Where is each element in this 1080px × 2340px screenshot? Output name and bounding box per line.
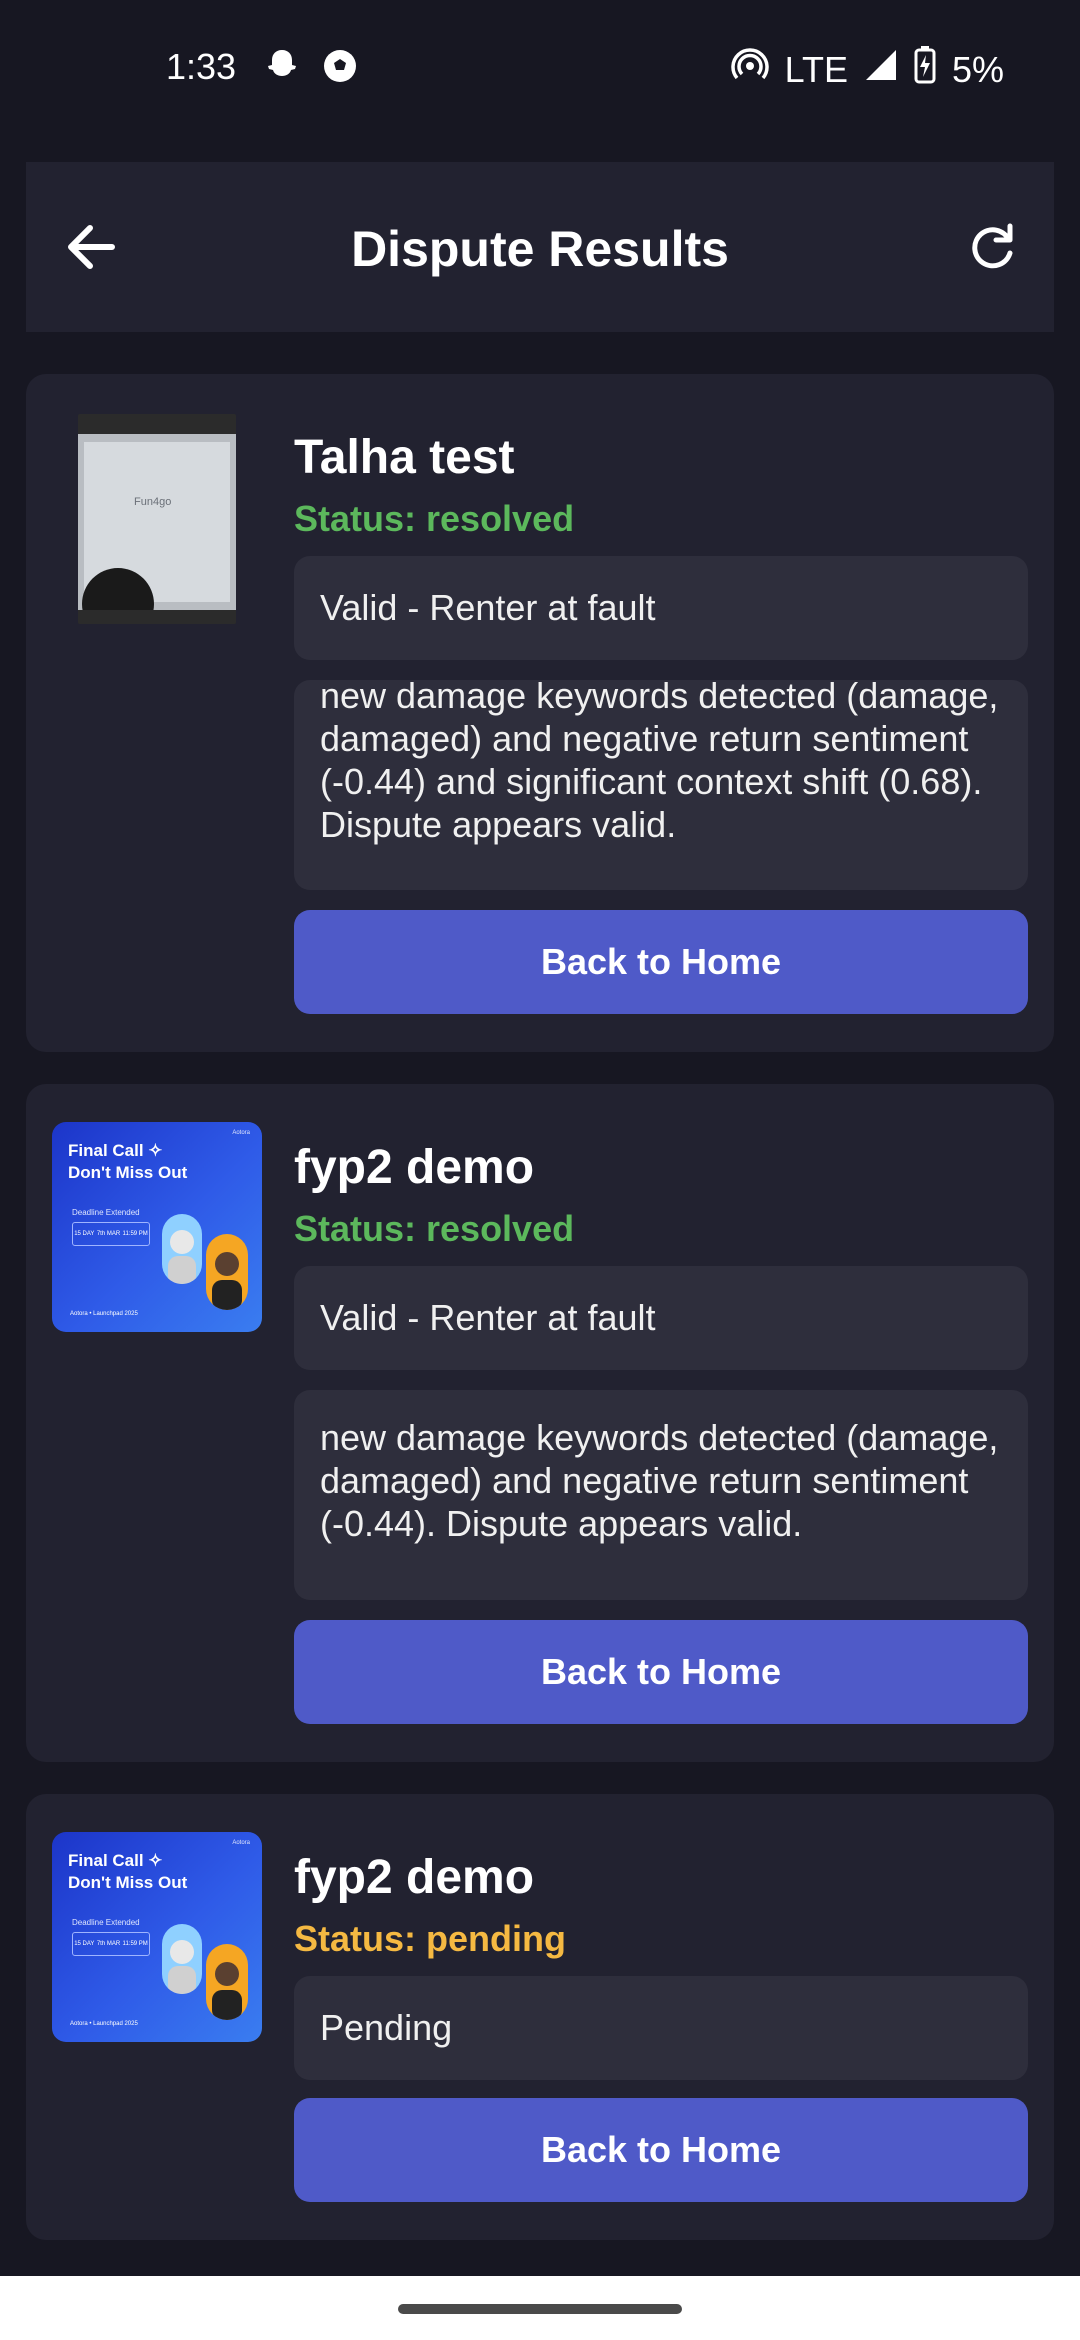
poster-footer: Aotora • Launchpad 2025 [70,1311,138,1317]
poster-subtitle: Deadline Extended [72,1208,140,1217]
status-label: Status: pending [294,1918,566,1959]
back-to-home-button[interactable]: Back to Home [294,1620,1028,1724]
poster-subtitle: Deadline Extended [72,1918,140,1927]
gesture-nav-bar [0,2276,1080,2340]
dispute-image: Aotora Final Call ✧ Don't Miss Out Deadli… [52,1832,262,2042]
status-label: Status: resolved [294,498,575,539]
hotspot-icon [730,46,769,93]
dispute-title: fyp2 demo [294,1141,535,1194]
poster-thumbnail: Aotora Final Call ✧ Don't Miss Out Deadli… [52,1122,262,1332]
refresh-button[interactable] [958,212,1028,282]
poster-brand-tag: Aotora [232,1130,250,1136]
battery-charging-icon [914,46,936,93]
poster-countdown: 15 DAY 7th MAR 11:59 PM [72,1222,150,1246]
reason-box: new damage keywords detected (damage, da… [294,1390,1028,1600]
dispute-title: fyp2 demo [294,1851,535,1904]
poster-person [206,1944,248,2020]
poster-person [206,1234,248,1310]
dispute-card: Aotora Final Call ✧ Don't Miss Out Deadli… [26,1084,1054,1762]
screen-text: Fun4go [134,496,172,508]
refresh-icon [958,223,1028,286]
poster-person [162,1924,202,1994]
dispute-card: Aotora Final Call ✧ Don't Miss Out Deadli… [26,1794,1054,2240]
result-box: Valid - Renter at fault [294,1266,1028,1370]
poster-title: Final Call ✧ Don't Miss Out [68,1141,188,1182]
network-label: LTE [784,48,848,90]
poster-brand-tag: Aotora [232,1840,250,1846]
poster-person [162,1214,202,1284]
poster-countdown: 15 DAY 7th MAR 11:59 PM [72,1932,150,1956]
result-box: Valid - Renter at fault [294,556,1028,660]
reason-box: new damage keywords detected (damage, da… [294,680,1028,890]
poster-footer: Aotora • Launchpad 2025 [70,2021,138,2027]
soccer-ball-icon [320,46,360,86]
poster-thumbnail: Aotora Final Call ✧ Don't Miss Out Deadli… [52,1832,262,2042]
poster-title: Final Call ✧ Don't Miss Out [68,1851,188,1892]
status-bar: 1:33 LTE 5% [0,0,1080,140]
reason-text: new damage keywords detected (damage, da… [320,680,999,845]
app-bar: Dispute Results [26,162,1054,332]
dispute-image: Fun4go [78,414,236,624]
battery-percent: 5% [951,48,1004,90]
result-box: Pending [294,1976,1028,2080]
signal-icon [864,48,898,91]
dispute-title: Talha test [294,431,515,484]
dispute-image: Aotora Final Call ✧ Don't Miss Out Deadli… [52,1122,262,1332]
reason-text: new damage keywords detected (damage, da… [320,1417,999,1544]
home-indicator[interactable] [398,2304,682,2314]
page-title: Dispute Results [351,221,729,277]
status-time: 1:33 [166,46,237,87]
back-to-home-button[interactable]: Back to Home [294,2098,1028,2202]
status-label: Status: resolved [294,1208,575,1249]
back-to-home-button[interactable]: Back to Home [294,910,1028,1014]
snapchat-icon [262,46,302,86]
status-right: LTE 5% [730,46,1004,93]
dispute-card: Fun4go Talha test Status: resolved Valid… [26,374,1054,1052]
